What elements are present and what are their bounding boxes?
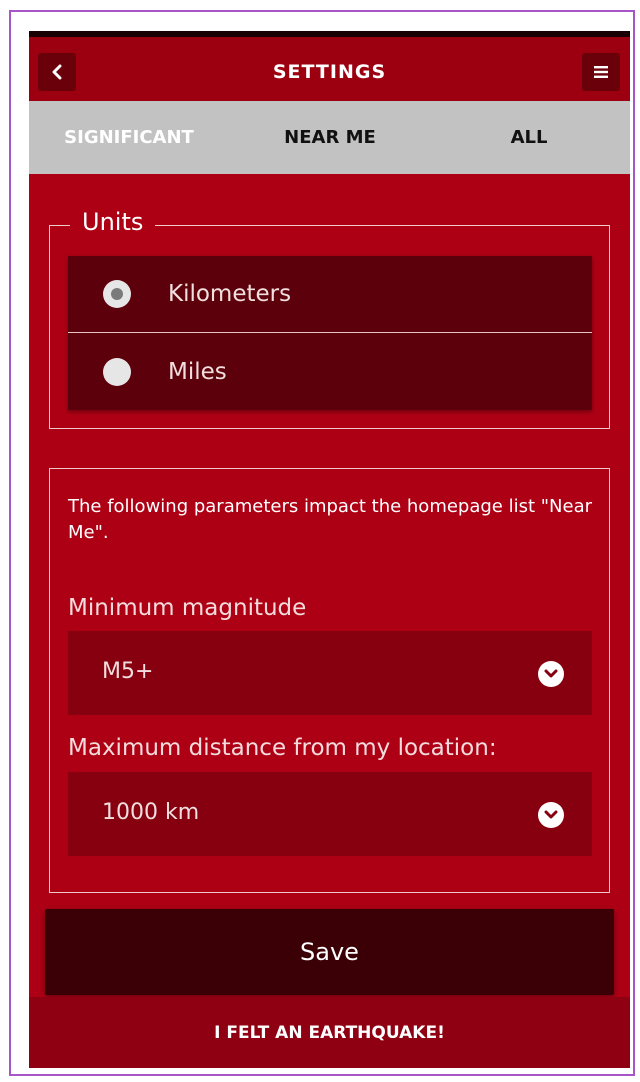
max-distance-label: Maximum distance from my location: bbox=[68, 735, 497, 761]
radio-label-miles: Miles bbox=[168, 358, 227, 385]
units-legend: Units bbox=[70, 208, 156, 236]
max-distance-value: 1000 km bbox=[102, 800, 200, 825]
tab-all[interactable]: ALL bbox=[479, 101, 579, 174]
min-magnitude-label: Minimum magnitude bbox=[68, 595, 307, 621]
save-button[interactable]: Save bbox=[45, 909, 614, 995]
units-radio-group: Kilometers Miles bbox=[68, 256, 592, 410]
hamburger-menu-icon bbox=[594, 66, 608, 78]
radio-label-kilometers: Kilometers bbox=[168, 281, 292, 307]
tab-bar: SIGNIFICANT NEAR ME ALL bbox=[29, 101, 630, 174]
page-title: SETTINGS bbox=[272, 61, 387, 83]
parameters-description: The following parameters impact the home… bbox=[68, 496, 593, 543]
chevron-down-icon[interactable] bbox=[538, 661, 564, 687]
i-felt-earthquake-button[interactable]: I FELT AN EARTHQUAKE! bbox=[29, 997, 630, 1068]
radio-option-miles[interactable]: Miles bbox=[68, 333, 592, 410]
radio-checked-icon[interactable] bbox=[103, 280, 131, 308]
radio-unchecked-icon[interactable] bbox=[103, 357, 131, 386]
radio-option-kilometers[interactable]: Kilometers bbox=[68, 256, 592, 333]
units-fieldset: Units Kilometers Miles bbox=[49, 208, 610, 429]
tab-significant[interactable]: SIGNIFICANT bbox=[49, 101, 209, 174]
min-magnitude-value: M5+ bbox=[102, 659, 154, 684]
chevron-down-icon[interactable] bbox=[538, 802, 564, 828]
tab-near-me[interactable]: NEAR ME bbox=[255, 101, 405, 174]
max-distance-select[interactable]: 1000 km bbox=[68, 772, 592, 856]
near-me-parameters-fieldset: The following parameters impact the home… bbox=[49, 468, 610, 893]
top-app-bar: SETTINGS bbox=[29, 31, 630, 101]
min-magnitude-select[interactable]: M5+ bbox=[68, 631, 592, 715]
app-screen: SETTINGS SIGNIFICANT NEAR ME ALL Units K… bbox=[29, 31, 630, 1068]
menu-button[interactable] bbox=[582, 53, 620, 91]
